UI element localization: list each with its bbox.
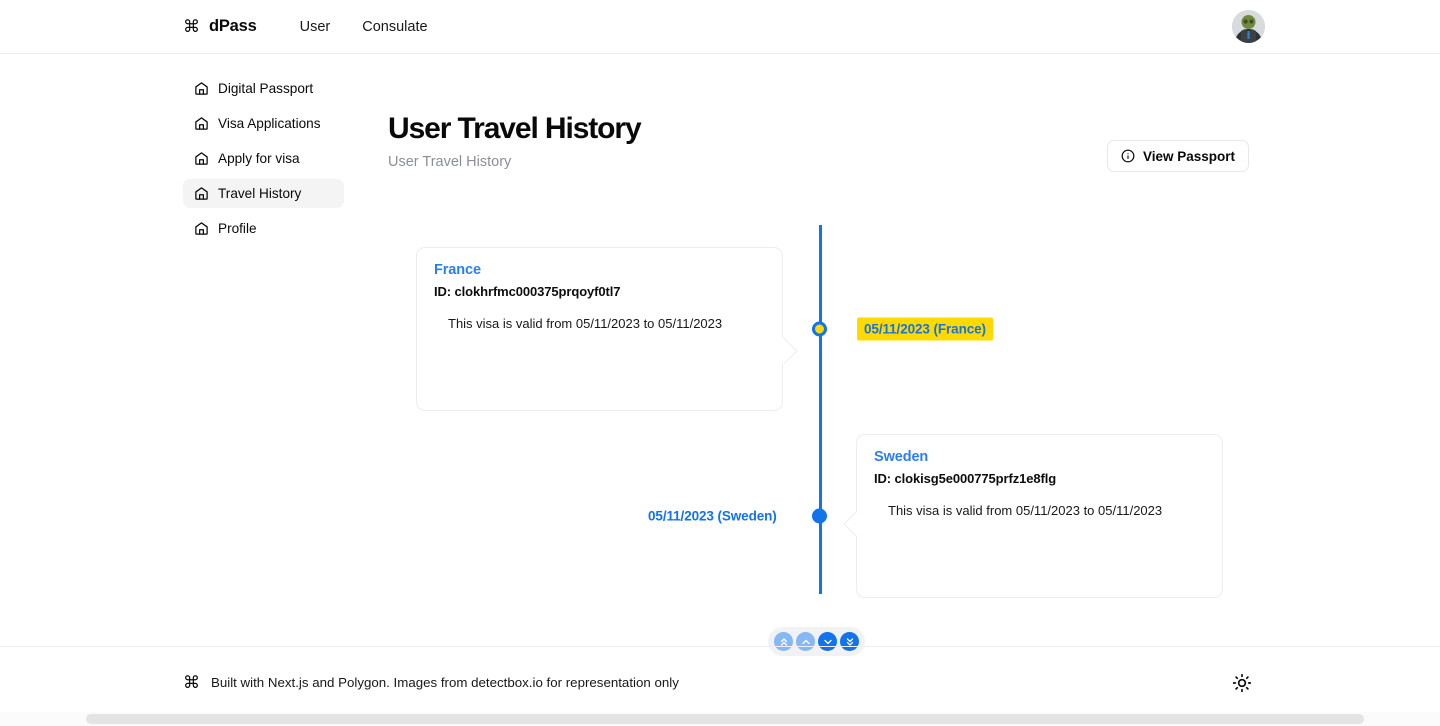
header-nav: User Consulate bbox=[300, 19, 428, 35]
page-body: Digital Passport Visa Applications Apply… bbox=[0, 54, 1440, 656]
top-header: ⌘ dPass User Consulate bbox=[0, 0, 1440, 54]
theme-toggle-button[interactable] bbox=[1232, 673, 1252, 693]
timeline-date-label-sweden: 05/11/2023 (Sweden) bbox=[648, 508, 777, 524]
travel-timeline: France ID: clokhrfmc000375prqoyf0tl7 Thi… bbox=[0, 54, 1440, 656]
card-country: France bbox=[434, 262, 481, 278]
avatar[interactable] bbox=[1232, 10, 1265, 43]
timeline-date-label-france: 05/11/2023 (France) bbox=[857, 317, 993, 341]
timeline-marker-sweden[interactable] bbox=[812, 508, 827, 524]
timeline-card-france[interactable]: France ID: clokhrfmc000375prqoyf0tl7 Thi… bbox=[416, 247, 783, 411]
brand-name: dPass bbox=[209, 17, 257, 35]
footer-text: Built with Next.js and Polygon. Images f… bbox=[211, 675, 679, 690]
card-id: ID: clokisg5e000775prfz1e8flg bbox=[874, 471, 1057, 486]
nav-link-consulate[interactable]: Consulate bbox=[362, 19, 427, 35]
nav-link-user[interactable]: User bbox=[300, 19, 331, 35]
command-icon: ⌘ bbox=[183, 17, 200, 36]
card-country: Sweden bbox=[874, 449, 929, 465]
brand[interactable]: ⌘ dPass bbox=[183, 17, 257, 36]
sun-icon bbox=[1232, 673, 1252, 693]
timeline-marker-france[interactable] bbox=[812, 321, 827, 337]
card-id: ID: clokhrfmc000375prqoyf0tl7 bbox=[434, 284, 621, 299]
horizontal-scrollbar[interactable] bbox=[0, 712, 1440, 726]
timeline-card-sweden[interactable]: Sweden ID: clokisg5e000775prfz1e8flg Thi… bbox=[856, 434, 1223, 598]
card-description: This visa is valid from 05/11/2023 to 05… bbox=[888, 503, 1163, 518]
card-description: This visa is valid from 05/11/2023 to 05… bbox=[448, 316, 723, 331]
timeline-axis bbox=[819, 225, 822, 594]
page-footer: ⌘ Built with Next.js and Polygon. Images… bbox=[0, 646, 1440, 718]
footer-credit: ⌘ Built with Next.js and Polygon. Images… bbox=[183, 674, 679, 691]
scrollbar-thumb[interactable] bbox=[86, 714, 1364, 724]
card-pointer-left bbox=[840, 509, 857, 537]
command-icon: ⌘ bbox=[183, 673, 200, 692]
card-pointer-right bbox=[782, 336, 799, 364]
